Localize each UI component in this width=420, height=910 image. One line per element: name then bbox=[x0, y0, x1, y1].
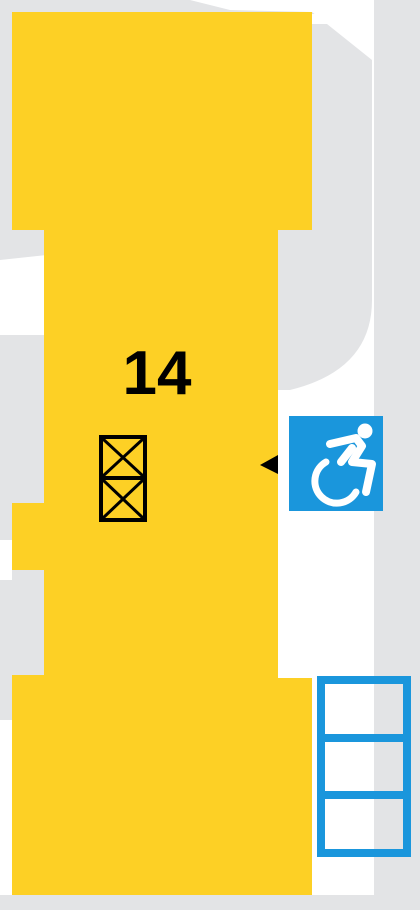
building-number-label: 14 bbox=[123, 339, 192, 408]
surrounding-bottom bbox=[0, 895, 374, 910]
curved-path bbox=[278, 230, 372, 390]
path-white-mid bbox=[0, 260, 48, 335]
building-14[interactable] bbox=[12, 12, 312, 895]
wheelchair-accessible-icon[interactable] bbox=[289, 416, 383, 511]
path-white-left bbox=[0, 540, 12, 580]
path-white-top bbox=[312, 14, 370, 24]
campus-map: 14 bbox=[0, 0, 420, 910]
